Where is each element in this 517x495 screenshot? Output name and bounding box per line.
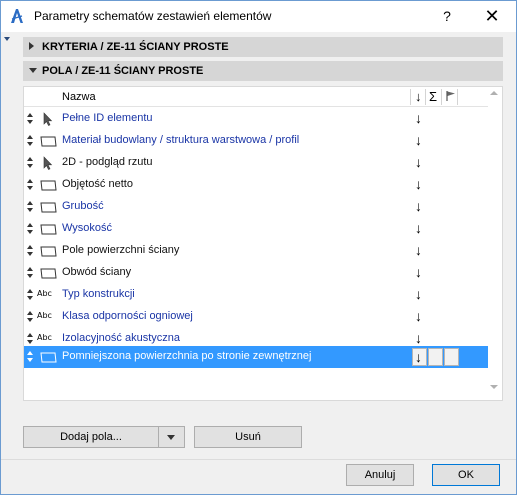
- drag-handle-icon[interactable]: [26, 135, 34, 147]
- list-column-header: Nazwa ↓ Σ: [24, 87, 488, 107]
- column-divider: [441, 89, 442, 105]
- sort-arrow-icon[interactable]: ↓: [415, 110, 422, 126]
- collapse-arrow-icon: [29, 68, 37, 73]
- sort-arrow-icon[interactable]: ↓: [415, 242, 422, 258]
- element-box-icon: [40, 246, 57, 257]
- sort-column-icon[interactable]: ↓: [415, 89, 422, 104]
- element-box-icon: [40, 268, 57, 279]
- scroll-up-icon[interactable]: [490, 91, 498, 95]
- help-button[interactable]: ?: [432, 4, 462, 29]
- list-item[interactable]: Grubość ↓: [24, 196, 488, 218]
- list-item-label: 2D - podgląd rzutu: [62, 156, 153, 168]
- abc-text-icon: Abc: [37, 289, 52, 298]
- panel-marker-icon: [4, 37, 10, 41]
- list-item-label: Pomniejszona powierzchnia po stronie zew…: [62, 350, 312, 362]
- sort-arrow-icon: ↓: [415, 349, 422, 365]
- element-box-icon: [40, 202, 57, 213]
- list-item[interactable]: Materiał budowlany / struktura warstwowa…: [24, 130, 488, 152]
- element-box-icon: [40, 180, 57, 191]
- drag-handle-icon[interactable]: [26, 179, 34, 191]
- drag-handle-icon[interactable]: [26, 245, 34, 257]
- list-item[interactable]: Abc Typ konstrukcji ↓: [24, 284, 488, 306]
- column-divider: [457, 89, 458, 105]
- add-fields-label: Dodaj pola...: [60, 431, 122, 443]
- list-item-label: Obwód ściany: [62, 266, 132, 278]
- criteria-section-header[interactable]: KRYTERIA / ZE-11 ŚCIANY PROSTE: [23, 37, 503, 57]
- archicad-logo-icon: [11, 9, 23, 23]
- list-item-label: Pole powierzchni ściany: [62, 244, 180, 256]
- sort-arrow-icon[interactable]: ↓: [415, 308, 422, 324]
- drag-handle-icon[interactable]: [26, 289, 34, 301]
- close-button[interactable]: ✕: [477, 4, 507, 29]
- footer-divider: [1, 459, 516, 460]
- list-item-label: Objętość netto: [62, 178, 133, 190]
- list-item[interactable]: Pomniejszona powierzchnia po stronie zew…: [24, 346, 488, 368]
- title-bar: Parametry schematów zestawień elementów …: [1, 1, 516, 32]
- sort-arrow-icon[interactable]: ↓: [415, 198, 422, 214]
- element-box-icon: [40, 224, 57, 235]
- drag-handle-icon[interactable]: [26, 267, 34, 279]
- list-item-label: Grubość: [62, 200, 104, 212]
- sort-arrow-icon[interactable]: ↓: [415, 176, 422, 192]
- sort-toggle[interactable]: ↓: [412, 348, 427, 366]
- sort-arrow-icon[interactable]: ↓: [415, 330, 422, 346]
- abc-text-icon: Abc: [37, 333, 52, 342]
- column-divider: [410, 89, 411, 105]
- sum-column-header[interactable]: Σ: [429, 89, 437, 104]
- drag-handle-icon[interactable]: [26, 157, 34, 169]
- drag-handle-icon[interactable]: [26, 311, 34, 323]
- expand-arrow-icon: [29, 42, 34, 50]
- ok-button[interactable]: OK: [432, 464, 500, 486]
- element-box-icon: [40, 136, 57, 147]
- sort-arrow-icon[interactable]: ↓: [415, 220, 422, 236]
- window-title: Parametry schematów zestawień elementów: [34, 9, 272, 23]
- list-item[interactable]: Obwód ściany ↓: [24, 262, 488, 284]
- fields-section-label: POLA / ZE-11 ŚCIANY PROSTE: [42, 65, 204, 77]
- list-item[interactable]: Abc Klasa odporności ogniowej ↓: [24, 306, 488, 328]
- column-name-header[interactable]: Nazwa: [62, 91, 96, 103]
- criteria-section-label: KRYTERIA / ZE-11 ŚCIANY PROSTE: [42, 41, 229, 53]
- list-item[interactable]: Wysokość ↓: [24, 218, 488, 240]
- flag-toggle[interactable]: [444, 348, 459, 366]
- list-item-label: Wysokość: [62, 222, 113, 234]
- drag-handle-icon[interactable]: [26, 333, 34, 345]
- fields-list[interactable]: Nazwa ↓ Σ Pełne ID elementu ↓ Materiał bud…: [23, 86, 503, 401]
- cursor-arrow-icon: [43, 156, 53, 170]
- list-item[interactable]: Pole powierzchni ściany ↓: [24, 240, 488, 262]
- element-box-icon: [40, 352, 57, 363]
- cancel-button[interactable]: Anuluj: [346, 464, 414, 486]
- cursor-arrow-icon: [43, 112, 53, 126]
- list-item-label: Klasa odporności ogniowej: [62, 310, 193, 322]
- drag-handle-icon[interactable]: [26, 223, 34, 235]
- add-fields-dropdown-icon[interactable]: [158, 427, 184, 447]
- drag-handle-icon[interactable]: [26, 201, 34, 213]
- fields-section-header[interactable]: POLA / ZE-11 ŚCIANY PROSTE: [23, 61, 503, 81]
- sort-arrow-icon[interactable]: ↓: [415, 154, 422, 170]
- remove-button[interactable]: Usuń: [194, 426, 302, 448]
- list-item-label: Izolacyjność akustyczna: [62, 332, 180, 344]
- dialog-window: Parametry schematów zestawień elementów …: [0, 0, 517, 495]
- add-fields-button[interactable]: Dodaj pola...: [23, 426, 185, 448]
- drag-handle-icon[interactable]: [26, 351, 34, 363]
- list-item[interactable]: Objętość netto ↓: [24, 174, 488, 196]
- list-item[interactable]: Pełne ID elementu ↓: [24, 108, 488, 130]
- sort-arrow-icon[interactable]: ↓: [415, 132, 422, 148]
- scroll-down-icon[interactable]: [490, 385, 498, 389]
- flag-icon[interactable]: [445, 90, 457, 102]
- sort-arrow-icon[interactable]: ↓: [415, 264, 422, 280]
- list-item[interactable]: 2D - podgląd rzutu ↓: [24, 152, 488, 174]
- list-item-label: Pełne ID elementu: [62, 112, 153, 124]
- list-item-label: Materiał budowlany / struktura warstwowa…: [62, 134, 300, 146]
- sort-arrow-icon[interactable]: ↓: [415, 286, 422, 302]
- list-item-label: Typ konstrukcji: [62, 288, 135, 300]
- column-divider: [425, 89, 426, 105]
- drag-handle-icon[interactable]: [26, 113, 34, 125]
- abc-text-icon: Abc: [37, 311, 52, 320]
- sum-toggle[interactable]: [428, 348, 443, 366]
